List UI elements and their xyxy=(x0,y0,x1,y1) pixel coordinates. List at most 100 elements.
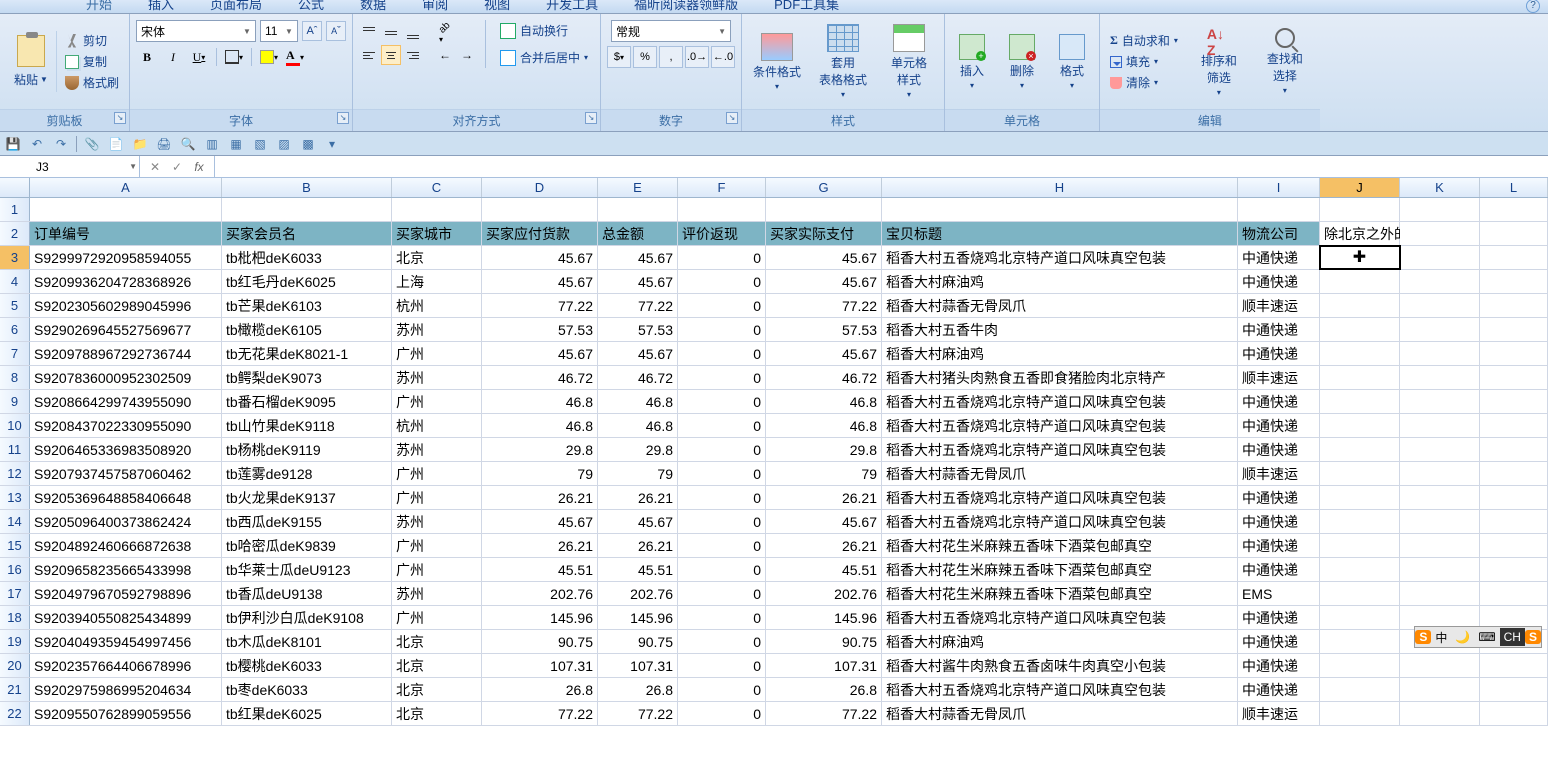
select-all-corner[interactable] xyxy=(0,178,30,197)
cell[interactable]: 0 xyxy=(678,318,766,341)
header-cell[interactable]: 除北京之外的地区销售额 xyxy=(1320,222,1400,245)
cell[interactable]: 0 xyxy=(678,390,766,413)
format-painter-button[interactable]: 格式刷 xyxy=(61,73,123,92)
cell[interactable]: 中通快递 xyxy=(1238,678,1320,701)
cell[interactable] xyxy=(1320,702,1400,725)
tab-review[interactable]: 审阅 xyxy=(416,0,454,13)
cell[interactable] xyxy=(1400,390,1480,413)
save-button[interactable]: 💾 xyxy=(4,135,22,153)
cell[interactable]: 稻香大村蒜香无骨凤爪 xyxy=(882,294,1238,317)
cell[interactable]: tb番石榴deK9095 xyxy=(222,390,392,413)
cell[interactable]: 45.67 xyxy=(598,270,678,293)
cell[interactable]: 0 xyxy=(678,678,766,701)
cell[interactable]: 26.8 xyxy=(598,678,678,701)
redo-button[interactable]: ↷ xyxy=(52,135,70,153)
cell[interactable]: 苏州 xyxy=(392,582,482,605)
cell[interactable] xyxy=(1320,534,1400,557)
insert-cells-button[interactable]: 插入▾ xyxy=(951,34,993,90)
autosum-button[interactable]: Σ自动求和 ▾ xyxy=(1106,31,1182,50)
cell[interactable]: 稻香大村麻油鸡 xyxy=(882,270,1238,293)
decrease-indent-button[interactable]: ← xyxy=(435,45,455,65)
cell[interactable]: S9209788967292736744 xyxy=(30,342,222,365)
cell[interactable]: 稻香大村麻油鸡 xyxy=(882,630,1238,653)
shrink-font-button[interactable]: Aˇ xyxy=(326,21,346,41)
cell[interactable]: S9204892460666872638 xyxy=(30,534,222,557)
row-header[interactable]: 14 xyxy=(0,510,30,533)
cell[interactable]: 广州 xyxy=(392,606,482,629)
cell[interactable]: 45.67 xyxy=(482,246,598,269)
increase-decimal-button[interactable]: .0→ xyxy=(685,46,709,68)
header-cell[interactable]: 评价返现 xyxy=(678,222,766,245)
header-cell[interactable]: 买家城市 xyxy=(392,222,482,245)
header-cell[interactable]: 宝贝标题 xyxy=(882,222,1238,245)
cell[interactable]: 46.8 xyxy=(482,414,598,437)
cell[interactable]: 0 xyxy=(678,702,766,725)
cell[interactable]: tb橄榄deK6105 xyxy=(222,318,392,341)
italic-button[interactable]: I xyxy=(162,46,184,68)
cell[interactable] xyxy=(1480,582,1548,605)
cell-styles-button[interactable]: 单元格 样式▾ xyxy=(880,24,938,99)
cell[interactable] xyxy=(1480,390,1548,413)
cell[interactable]: 46.8 xyxy=(598,390,678,413)
cell[interactable]: 中通快递 xyxy=(1238,486,1320,509)
percent-button[interactable]: % xyxy=(633,46,657,68)
cell[interactable] xyxy=(1320,486,1400,509)
cell[interactable]: tb红果deK6025 xyxy=(222,702,392,725)
col-header-G[interactable]: G xyxy=(766,178,882,197)
font-size-select[interactable]: 11▼ xyxy=(260,20,298,42)
cell[interactable]: 北京 xyxy=(392,678,482,701)
col-header-H[interactable]: H xyxy=(882,178,1238,197)
cell[interactable] xyxy=(1320,438,1400,461)
cell[interactable]: 0 xyxy=(678,438,766,461)
clipboard-launcher[interactable]: ↘ xyxy=(114,112,126,124)
cell[interactable]: 顺丰速运 xyxy=(1238,366,1320,389)
increase-indent-button[interactable]: → xyxy=(457,45,477,65)
cell[interactable]: 稻香大村五香烧鸡北京特产道口风味真空包装 xyxy=(882,246,1238,269)
cell[interactable]: 杭州 xyxy=(392,414,482,437)
cell[interactable]: 45.67 xyxy=(598,246,678,269)
cell[interactable] xyxy=(1480,414,1548,437)
cell[interactable]: 中通快递 xyxy=(1238,390,1320,413)
cell[interactable]: 46.8 xyxy=(766,414,882,437)
enter-formula-button[interactable]: ✓ xyxy=(168,160,186,174)
cell[interactable] xyxy=(1320,342,1400,365)
row-header[interactable]: 8 xyxy=(0,366,30,389)
cell[interactable]: 稻香大村五香烧鸡北京特产道口风味真空包装 xyxy=(882,606,1238,629)
tab-pagelayout[interactable]: 页面布局 xyxy=(204,0,268,13)
cell[interactable] xyxy=(1400,318,1480,341)
cell[interactable]: 0 xyxy=(678,462,766,485)
cell[interactable]: 26.21 xyxy=(766,534,882,557)
cell[interactable]: 0 xyxy=(678,270,766,293)
cell[interactable] xyxy=(1480,318,1548,341)
cell[interactable]: 中通快递 xyxy=(1238,438,1320,461)
cell[interactable] xyxy=(1480,534,1548,557)
cell[interactable]: 79 xyxy=(482,462,598,485)
cell[interactable]: 0 xyxy=(678,630,766,653)
cell[interactable] xyxy=(1480,438,1548,461)
cell[interactable]: 145.96 xyxy=(766,606,882,629)
row-header[interactable]: 4 xyxy=(0,270,30,293)
cell[interactable] xyxy=(1480,366,1548,389)
qat-preview-button[interactable]: 🔍 xyxy=(179,135,197,153)
cell[interactable]: 46.8 xyxy=(766,390,882,413)
cell[interactable] xyxy=(1320,294,1400,317)
cell[interactable]: tb无花果deK8021-1 xyxy=(222,342,392,365)
cell[interactable]: 57.53 xyxy=(766,318,882,341)
copy-button[interactable]: 复制 xyxy=(61,52,123,71)
cancel-formula-button[interactable]: ✕ xyxy=(146,160,164,174)
fill-button[interactable]: 填充 ▾ xyxy=(1106,52,1182,71)
cell[interactable]: 稻香大村蒜香无骨凤爪 xyxy=(882,702,1238,725)
cell[interactable]: 45.67 xyxy=(766,246,882,269)
cell[interactable]: S9204049359454997456 xyxy=(30,630,222,653)
font-launcher[interactable]: ↘ xyxy=(337,112,349,124)
cell[interactable] xyxy=(1400,414,1480,437)
cell[interactable]: S9290269645527569677 xyxy=(30,318,222,341)
cell[interactable]: 77.22 xyxy=(598,702,678,725)
tab-insert[interactable]: 插入 xyxy=(142,0,180,13)
cell[interactable]: 中通快递 xyxy=(1238,558,1320,581)
cell[interactable]: tb哈密瓜deK9839 xyxy=(222,534,392,557)
cell[interactable] xyxy=(1320,318,1400,341)
cell[interactable]: tb伊利沙白瓜deK9108 xyxy=(222,606,392,629)
cell[interactable]: 79 xyxy=(766,462,882,485)
cell[interactable]: S9205369648858406648 xyxy=(30,486,222,509)
